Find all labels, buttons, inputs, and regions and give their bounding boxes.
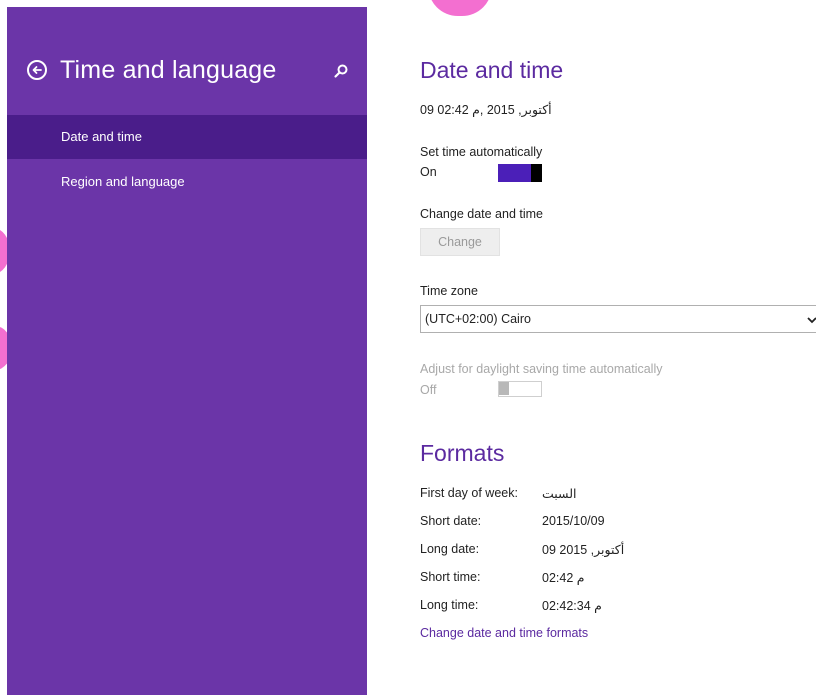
dst-toggle[interactable]: [498, 381, 542, 397]
format-value: 2015/10/09: [542, 514, 605, 528]
sidebar-item-region-and-language[interactable]: Region and language: [7, 160, 367, 204]
format-label: Short time:: [420, 570, 481, 584]
format-value: 02:42:34 م: [542, 599, 602, 613]
sidebar-item-label: Date and time: [61, 129, 142, 144]
change-formats-link[interactable]: Change date and time formats: [420, 626, 588, 640]
chevron-down-icon: [807, 317, 816, 324]
toggle-thumb: [499, 382, 509, 395]
time-zone-value: (UTC+02:00) Cairo: [425, 312, 531, 326]
format-label: Short date:: [420, 514, 482, 528]
date-time-heading: Date and time: [420, 57, 564, 83]
change-date-time-label: Change date and time: [420, 207, 544, 221]
sidebar-item-label: Region and language: [61, 174, 185, 189]
back-arrow-circle-icon[interactable]: [27, 60, 47, 80]
main-content: Date and time 09 أكتوبر, 2015 ,م 02:42 S…: [420, 0, 816, 695]
sidebar-item-date-and-time[interactable]: Date and time: [7, 115, 367, 159]
format-label: Long date:: [420, 542, 480, 556]
settings-page: Time and language Date and time Region a…: [0, 0, 816, 695]
change-button[interactable]: Change: [420, 228, 500, 256]
format-value: 02:42 م: [542, 571, 585, 585]
sidebar-title: Time and language: [60, 56, 277, 84]
current-date-time: 09 أكتوبر, 2015 ,م 02:42: [420, 103, 552, 117]
sidebar-header: Time and language: [7, 7, 367, 107]
time-zone-label: Time zone: [420, 284, 478, 298]
sidebar: Time and language Date and time Region a…: [7, 7, 367, 695]
format-label: Long time:: [420, 598, 479, 612]
set-time-auto-label: Set time automatically: [420, 145, 543, 159]
set-time-auto-state: On: [420, 165, 437, 179]
format-value: السبت: [542, 487, 577, 501]
time-zone-select[interactable]: (UTC+02:00) Cairo: [420, 305, 816, 333]
search-icon[interactable]: [332, 62, 350, 80]
format-label: First day of week:: [420, 486, 518, 500]
set-time-auto-toggle[interactable]: [498, 164, 542, 182]
format-value: 09 أكتوبر, 2015: [542, 543, 625, 557]
dst-label: Adjust for daylight saving time automati…: [420, 362, 663, 376]
dst-state: Off: [420, 383, 437, 397]
toggle-thumb: [531, 164, 542, 182]
formats-heading: Formats: [420, 440, 505, 466]
